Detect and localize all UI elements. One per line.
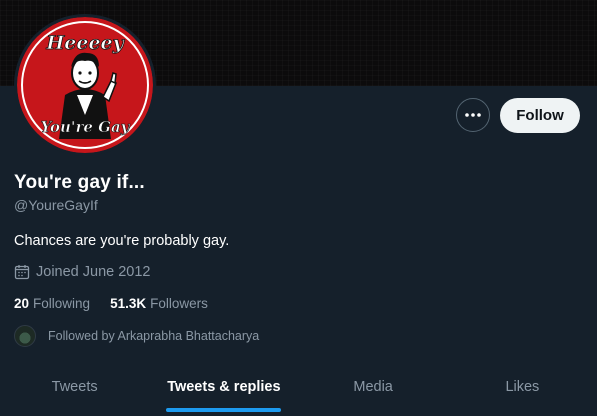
following-count: 20 — [14, 296, 30, 311]
profile-stats: 20 Following 51.3K Followers — [14, 296, 208, 311]
follow-button[interactable]: Follow — [500, 98, 580, 133]
followed-by-text: Followed by Arkaprabha Bhattacharya — [48, 329, 260, 343]
profile-tabs: Tweets Tweets & replies Media Likes — [0, 360, 597, 416]
active-tab-indicator — [166, 408, 282, 412]
tab-tweets[interactable]: Tweets — [0, 360, 149, 414]
more-options-button[interactable] — [456, 98, 490, 132]
following-label: Following — [33, 296, 91, 311]
following-link[interactable]: 20 Following — [14, 296, 90, 311]
followers-link[interactable]: 51.3K Followers — [110, 296, 208, 311]
joined-label: Joined June 2012 — [36, 264, 151, 280]
tab-label: Tweets — [51, 379, 98, 395]
followers-count: 51.3K — [110, 296, 147, 311]
avatar-image: Heeeey You're Gay — [17, 17, 153, 153]
followed-by-row[interactable]: Followed by Arkaprabha Bhattacharya — [14, 325, 259, 347]
profile-handle: @YoureGayIf — [14, 197, 98, 213]
avatar-text-top: Heeeey — [45, 32, 125, 54]
joined-date: Joined June 2012 — [14, 264, 151, 280]
profile-name: You're gay if... — [14, 172, 145, 193]
tab-label: Media — [353, 379, 393, 395]
followers-label: Followers — [150, 296, 208, 311]
tab-likes[interactable]: Likes — [448, 360, 597, 414]
avatar-text-bottom: You're Gay — [41, 118, 131, 136]
tab-label: Likes — [505, 379, 540, 395]
tab-media[interactable]: Media — [299, 360, 448, 414]
more-horizontal-icon — [465, 113, 481, 117]
tab-label: Tweets & replies — [167, 379, 281, 395]
calendar-icon — [14, 265, 30, 280]
follower-avatar — [14, 325, 36, 347]
tab-tweets-and-replies[interactable]: Tweets & replies — [149, 360, 298, 414]
profile-avatar[interactable]: Heeeey You're Gay — [14, 14, 156, 156]
profile-bio: Chances are you're probably gay. — [14, 233, 230, 249]
